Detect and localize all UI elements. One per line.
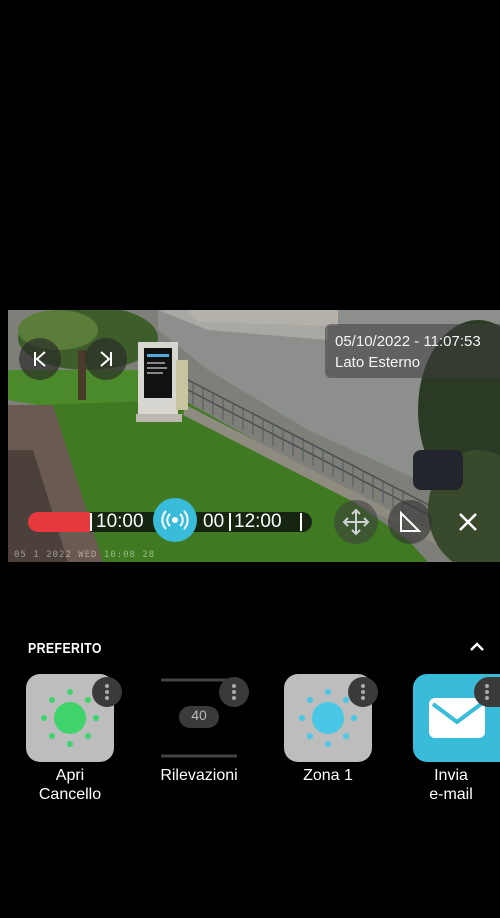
chevron-up-icon[interactable]: [466, 636, 488, 658]
camera-location: Lato Esterno: [335, 354, 421, 371]
live-stream-button[interactable]: [153, 498, 197, 542]
timeline-played-segment: [28, 512, 90, 532]
camera-view[interactable]: 05/10/2022 - 11:07:53 Lato Esterno 10:00…: [8, 310, 500, 562]
kebab-menu-icon: [485, 684, 489, 700]
tile-label: Zona 1: [303, 767, 353, 784]
timeline-tick: [90, 513, 92, 531]
tile-menu-button[interactable]: [219, 677, 249, 707]
triangle-ruler-icon: [400, 510, 422, 532]
timeline-label-1: 00: [203, 511, 225, 532]
close-camera-button[interactable]: [446, 500, 490, 544]
kebab-menu-icon: [361, 684, 365, 700]
camera-osd-timestamp: 05 1 2022 WED 10:08 28: [14, 550, 156, 560]
camera-datetime: 05/10/2022 - 11:07:53: [335, 333, 481, 350]
move-arrows-icon: [342, 508, 370, 536]
broadcast-icon: [161, 510, 189, 530]
tile-menu-button[interactable]: [474, 677, 500, 707]
tile-menu-button[interactable]: [92, 677, 122, 707]
tile-label: Invia e-mail: [429, 767, 473, 803]
timeline-tick: [229, 513, 231, 531]
app-screen: 05/10/2022 - 11:07:53 Lato Esterno 10:00…: [0, 0, 500, 918]
skip-previous-icon: [34, 351, 46, 367]
counter-badge: 40: [191, 707, 207, 723]
timeline-tick: [300, 513, 302, 531]
timeline-label-0: 10:00: [96, 511, 144, 532]
pan-control-button[interactable]: [334, 500, 378, 544]
kebab-menu-icon: [232, 684, 236, 700]
tile-menu-button[interactable]: [348, 677, 378, 707]
camera-info-overlay: 05/10/2022 - 11:07:53 Lato Esterno: [325, 324, 500, 378]
close-icon: [459, 513, 477, 531]
skip-next-icon: [100, 351, 112, 367]
previous-camera-button[interactable]: [19, 338, 61, 380]
fullscreen-angle-button[interactable]: [388, 500, 432, 544]
timeline-label-2: 12:00: [234, 511, 282, 532]
next-camera-button[interactable]: [85, 338, 127, 380]
kebab-menu-icon: [105, 684, 109, 700]
tile-label: Apri Cancello: [38, 767, 102, 803]
favorites-header: PREFERITO: [28, 640, 102, 657]
tile-label: Rilevazioni: [160, 767, 238, 784]
